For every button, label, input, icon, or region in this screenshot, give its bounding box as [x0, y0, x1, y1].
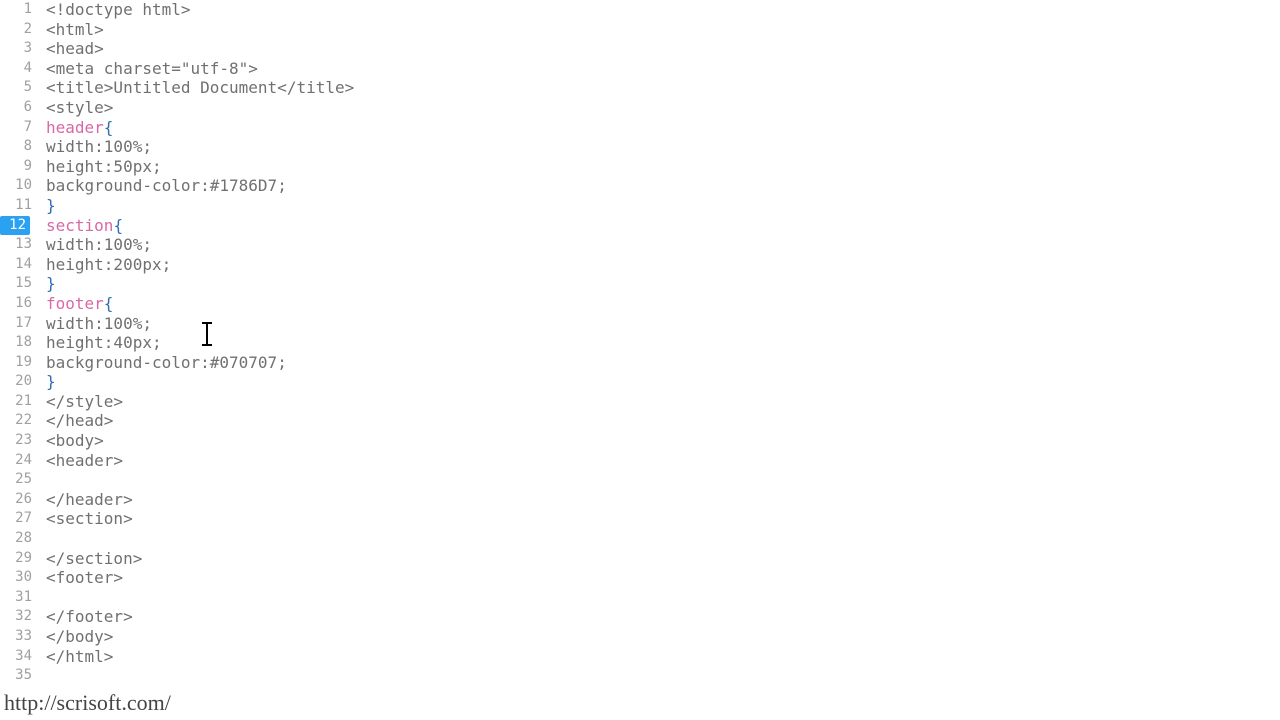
line-number: 16: [0, 294, 32, 314]
code-line[interactable]: [38, 529, 1280, 549]
line-number: 30: [0, 568, 32, 588]
code-line[interactable]: width:100%;: [38, 137, 1280, 157]
code-line[interactable]: </body>: [38, 627, 1280, 647]
code-line[interactable]: [38, 666, 1280, 686]
line-number: 24: [0, 451, 32, 471]
line-number: 6: [0, 98, 32, 118]
code-line[interactable]: height:200px;: [38, 255, 1280, 275]
code-line[interactable]: width:100%;: [38, 235, 1280, 255]
code-line[interactable]: section{: [38, 216, 1280, 236]
line-number: 20: [0, 372, 32, 392]
line-number: 11: [0, 196, 32, 216]
code-line[interactable]: <html>: [38, 20, 1280, 40]
code-line[interactable]: <section>: [38, 509, 1280, 529]
line-number: 25: [0, 470, 32, 490]
line-number: 2: [0, 20, 32, 40]
text-caret: [206, 322, 208, 346]
code-editor[interactable]: 1234567891011121314151617181920212223242…: [0, 0, 1280, 688]
line-number: 1: [0, 0, 32, 20]
code-line[interactable]: <footer>: [38, 568, 1280, 588]
line-number: 29: [0, 549, 32, 569]
code-line[interactable]: </section>: [38, 549, 1280, 569]
code-line[interactable]: <body>: [38, 431, 1280, 451]
code-line[interactable]: <!doctype html>: [38, 0, 1280, 20]
code-line[interactable]: width:100%;: [38, 314, 1280, 334]
line-number: 21: [0, 392, 32, 412]
code-line[interactable]: </style>: [38, 392, 1280, 412]
code-line[interactable]: }: [38, 196, 1280, 216]
code-line[interactable]: background-color:#1786D7;: [38, 176, 1280, 196]
code-line[interactable]: header{: [38, 118, 1280, 138]
code-line[interactable]: </html>: [38, 647, 1280, 667]
line-number: 14: [0, 255, 32, 275]
code-line[interactable]: <style>: [38, 98, 1280, 118]
line-number: 28: [0, 529, 32, 549]
code-line[interactable]: [38, 588, 1280, 608]
line-number: 35: [0, 666, 32, 686]
code-line[interactable]: <meta charset="utf-8">: [38, 59, 1280, 79]
line-number: 31: [0, 588, 32, 608]
line-number: 4: [0, 59, 32, 79]
line-number: 33: [0, 627, 32, 647]
line-number: 7: [0, 118, 32, 138]
line-number: 17: [0, 314, 32, 334]
code-line[interactable]: <title>Untitled Document</title>: [38, 78, 1280, 98]
code-area[interactable]: <!doctype html><html><head><meta charset…: [38, 0, 1280, 688]
code-line[interactable]: }: [38, 372, 1280, 392]
line-number: 32: [0, 607, 32, 627]
line-number: 23: [0, 431, 32, 451]
code-line[interactable]: [38, 470, 1280, 490]
code-line[interactable]: footer{: [38, 294, 1280, 314]
line-number: 8: [0, 137, 32, 157]
code-line[interactable]: </footer>: [38, 607, 1280, 627]
line-number: 5: [0, 78, 32, 98]
code-line[interactable]: height:40px;: [38, 333, 1280, 353]
code-line[interactable]: </header>: [38, 490, 1280, 510]
line-number: 27: [0, 509, 32, 529]
line-number: 10: [0, 176, 32, 196]
code-line[interactable]: </head>: [38, 411, 1280, 431]
code-line[interactable]: height:50px;: [38, 157, 1280, 177]
line-number: 3: [0, 39, 32, 59]
code-line[interactable]: <header>: [38, 451, 1280, 471]
code-line[interactable]: <head>: [38, 39, 1280, 59]
line-number: 9: [0, 157, 32, 177]
line-number: 22: [0, 411, 32, 431]
line-number: 13: [0, 235, 32, 255]
line-number: 26: [0, 490, 32, 510]
line-number: 19: [0, 353, 32, 373]
line-number: 12: [0, 216, 30, 236]
watermark-url: http://scrisoft.com/: [4, 690, 171, 716]
line-number: 34: [0, 647, 32, 667]
code-line[interactable]: background-color:#070707;: [38, 353, 1280, 373]
line-number-gutter: 1234567891011121314151617181920212223242…: [0, 0, 38, 688]
line-number: 18: [0, 333, 32, 353]
code-line[interactable]: }: [38, 274, 1280, 294]
line-number: 15: [0, 274, 32, 294]
